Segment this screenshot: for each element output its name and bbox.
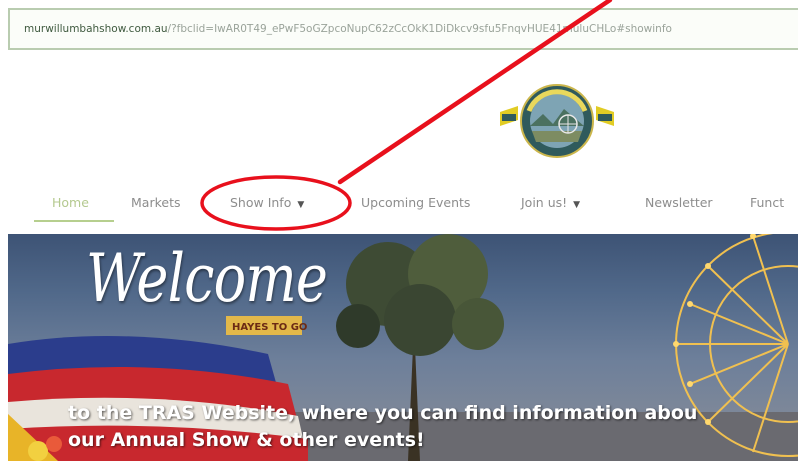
hero-tagline-line1: to the TRAS Website, where you can find … (68, 402, 698, 424)
nav-show-info-label: Show Info (230, 195, 292, 210)
url-query: /?fbclid=IwAR0T49_ePwF5oGZpcoNupC62zCcOk… (167, 23, 672, 35)
nav-newsletter[interactable]: Newsletter (645, 195, 713, 210)
nav-join-us[interactable]: Join us! ▼ (521, 195, 580, 210)
site-logo[interactable] (498, 84, 616, 166)
main-navigation: Home Markets Show Info ▼ Upcoming Events … (0, 184, 798, 228)
hero-sign-text: HAYES TO GO (232, 322, 307, 333)
hero-title: Welcome (86, 240, 328, 317)
hero-banner: HAYES TO GO Welcome to the TRAS Website,… (8, 234, 798, 461)
url-domain: murwillumbahshow.com.au (24, 23, 168, 35)
nav-home[interactable]: Home (52, 195, 89, 210)
nav-show-info[interactable]: Show Info ▼ (230, 195, 304, 210)
nav-upcoming-events[interactable]: Upcoming Events (361, 195, 470, 210)
caret-down-icon: ▼ (297, 200, 305, 210)
nav-join-us-label: Join us! (521, 195, 568, 210)
nav-markets[interactable]: Markets (131, 195, 180, 210)
address-bar[interactable]: murwillumbahshow.com.au/?fbclid=IwAR0T49… (8, 8, 798, 50)
logo-emblem (500, 84, 614, 158)
caret-down-icon: ▼ (573, 200, 581, 210)
nav-functions[interactable]: Funct (750, 195, 784, 210)
hero-tagline-line2: our Annual Show & other events! (68, 429, 425, 451)
active-nav-indicator (34, 220, 114, 222)
hero-tagline: to the TRAS Website, where you can find … (68, 400, 798, 454)
